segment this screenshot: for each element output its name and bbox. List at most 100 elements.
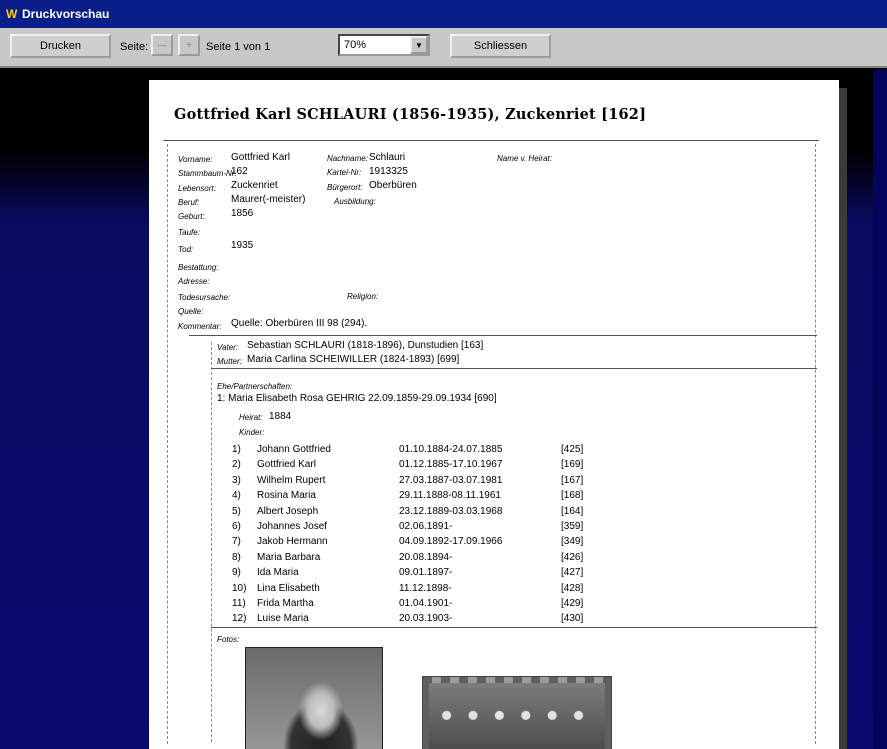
- field-geburt: 1856: [231, 208, 254, 219]
- child-ref: [169]: [561, 459, 584, 471]
- father-link: Sebastian SCHLAURI (1818-1896), Dunstudi…: [247, 340, 484, 351]
- margin-guide-left: [167, 144, 168, 744]
- section-divider: [211, 368, 817, 369]
- child-dates: 27.03.1887-03.07.1981: [399, 474, 503, 486]
- child-name: Wilhelm Rupert: [257, 474, 326, 486]
- window-title: Druckvorschau: [22, 7, 110, 21]
- child-idx: 6): [232, 521, 241, 532]
- child-ref: [349]: [561, 536, 584, 548]
- section-guide-left: [211, 342, 212, 742]
- field-kommentar: Quelle: Oberbüren III 98 (294).: [231, 318, 368, 329]
- field-key: Heirat:: [239, 413, 263, 422]
- child-dates: 20.03.1903-: [399, 613, 453, 625]
- child-dates: 04.09.1892-17.09.1966: [399, 536, 503, 548]
- child-ref: [425]: [561, 444, 584, 455]
- next-page-button[interactable]: +: [178, 34, 200, 56]
- child-ref: [167]: [561, 474, 584, 486]
- child-idx: 12): [232, 613, 247, 625]
- close-button[interactable]: Schliessen: [450, 34, 551, 58]
- field-key: Taufe:: [178, 228, 200, 237]
- chevron-down-icon[interactable]: ▼: [410, 36, 428, 54]
- family-photo: [422, 676, 612, 749]
- field-key: Mutter:: [217, 357, 242, 366]
- field-key: Fotos:: [217, 635, 240, 644]
- child-name: Luise Maria: [257, 613, 309, 625]
- page-label: Seite:: [120, 41, 149, 53]
- child-dates: 01.12.1885-17.10.1967: [399, 459, 503, 471]
- field-key: Beruf:: [178, 198, 200, 207]
- child-idx: 8): [232, 551, 241, 563]
- field-key: Quelle:: [178, 307, 204, 316]
- mother-link: Maria Carlina SCHEIWILLER (1824-1893) [6…: [247, 354, 460, 365]
- minus-icon: —: [157, 39, 167, 51]
- field-kartei: 1913325: [369, 166, 408, 177]
- child-idx: 9): [232, 567, 241, 579]
- window-title-bar: W Druckvorschau: [0, 0, 887, 28]
- field-key: Kommentar:: [178, 322, 222, 331]
- partners-heading: Ehe/Partnerschaften:: [217, 382, 293, 391]
- child-dates: 09.01.1897-: [399, 567, 453, 579]
- child-ref: [428]: [561, 582, 584, 594]
- field-buergerort: Oberbüren: [369, 180, 417, 191]
- page-info: Seite 1 von 1: [206, 41, 271, 53]
- child-name: Johann Gottfried: [257, 444, 331, 455]
- child-ref: [427]: [561, 567, 584, 579]
- partner-entry: 1: Maria Elisabeth Rosa GEHRIG 22.09.185…: [217, 393, 497, 404]
- print-button[interactable]: Drucken: [10, 34, 111, 58]
- title-divider: [163, 140, 819, 141]
- child-name: Johannes Josef: [257, 521, 328, 532]
- field-key: Nachname:: [327, 154, 368, 163]
- child-name: Lina Elisabeth: [257, 582, 320, 594]
- child-idx: 10): [232, 582, 247, 594]
- vertical-scrollbar[interactable]: [873, 70, 887, 749]
- field-key: Name v. Heirat:: [497, 154, 552, 163]
- child-idx: 5): [232, 505, 241, 517]
- child-dates: 29.11.1888-08.11.1961: [399, 490, 501, 502]
- field-key: Vorname:: [178, 155, 213, 164]
- child-idx: 4): [232, 490, 241, 502]
- child-name: Maria Barbara: [257, 551, 321, 563]
- child-ref: [430]: [561, 613, 584, 625]
- field-key: Bürgerort:: [327, 183, 363, 192]
- child-idx: 2): [232, 459, 241, 471]
- child-idx: 7): [232, 536, 241, 548]
- field-key: Todesursache:: [178, 293, 231, 302]
- field-key: Kinder:: [239, 428, 265, 437]
- child-name: Rosina Maria: [257, 490, 316, 502]
- field-heirat: 1884: [269, 411, 292, 422]
- field-key: Stammbaum-Nr:: [178, 169, 237, 178]
- zoom-select[interactable]: 70% ▼: [338, 34, 430, 56]
- preview-page: Gottfried Karl SCHLAURI (1856-1935), Zuc…: [149, 80, 839, 749]
- plus-icon: +: [186, 39, 192, 51]
- child-ref: [164]: [561, 505, 584, 517]
- child-dates: 20.08.1894-: [399, 551, 453, 563]
- margin-guide-right: [815, 144, 816, 744]
- child-dates: 23.12.1889-03.03.1968: [399, 505, 503, 517]
- child-dates: 01.04.1901-: [399, 598, 453, 609]
- child-name: Ida Maria: [257, 567, 299, 579]
- field-key: Lebensort:: [178, 184, 216, 193]
- field-key: Tod:: [178, 245, 194, 254]
- child-name: Gottfried Karl: [257, 459, 316, 471]
- zoom-value: 70%: [344, 39, 367, 51]
- field-tod: 1935: [231, 240, 254, 251]
- child-ref: [359]: [561, 521, 584, 532]
- child-idx: 1): [232, 444, 241, 455]
- field-key: Adresse:: [178, 277, 210, 286]
- previous-page-button[interactable]: —: [151, 34, 173, 56]
- child-ref: [429]: [561, 598, 584, 609]
- child-dates: 11.12.1898-: [399, 582, 452, 594]
- field-key: Bestattung:: [178, 263, 219, 272]
- section-divider: [211, 627, 817, 628]
- child-ref: [426]: [561, 551, 584, 563]
- child-dates: 02.06.1891-: [399, 521, 453, 532]
- child-name: Jakob Hermann: [257, 536, 328, 548]
- field-beruf: Maurer(-meister): [231, 194, 306, 205]
- child-ref: [168]: [561, 490, 584, 502]
- child-name: Albert Joseph: [257, 505, 319, 517]
- child-idx: 3): [232, 474, 241, 486]
- portrait-photo: [245, 647, 383, 749]
- field-key: Religion:: [347, 292, 379, 301]
- field-key: Vater:: [217, 343, 239, 352]
- field-vorname: Gottfried Karl: [231, 152, 290, 163]
